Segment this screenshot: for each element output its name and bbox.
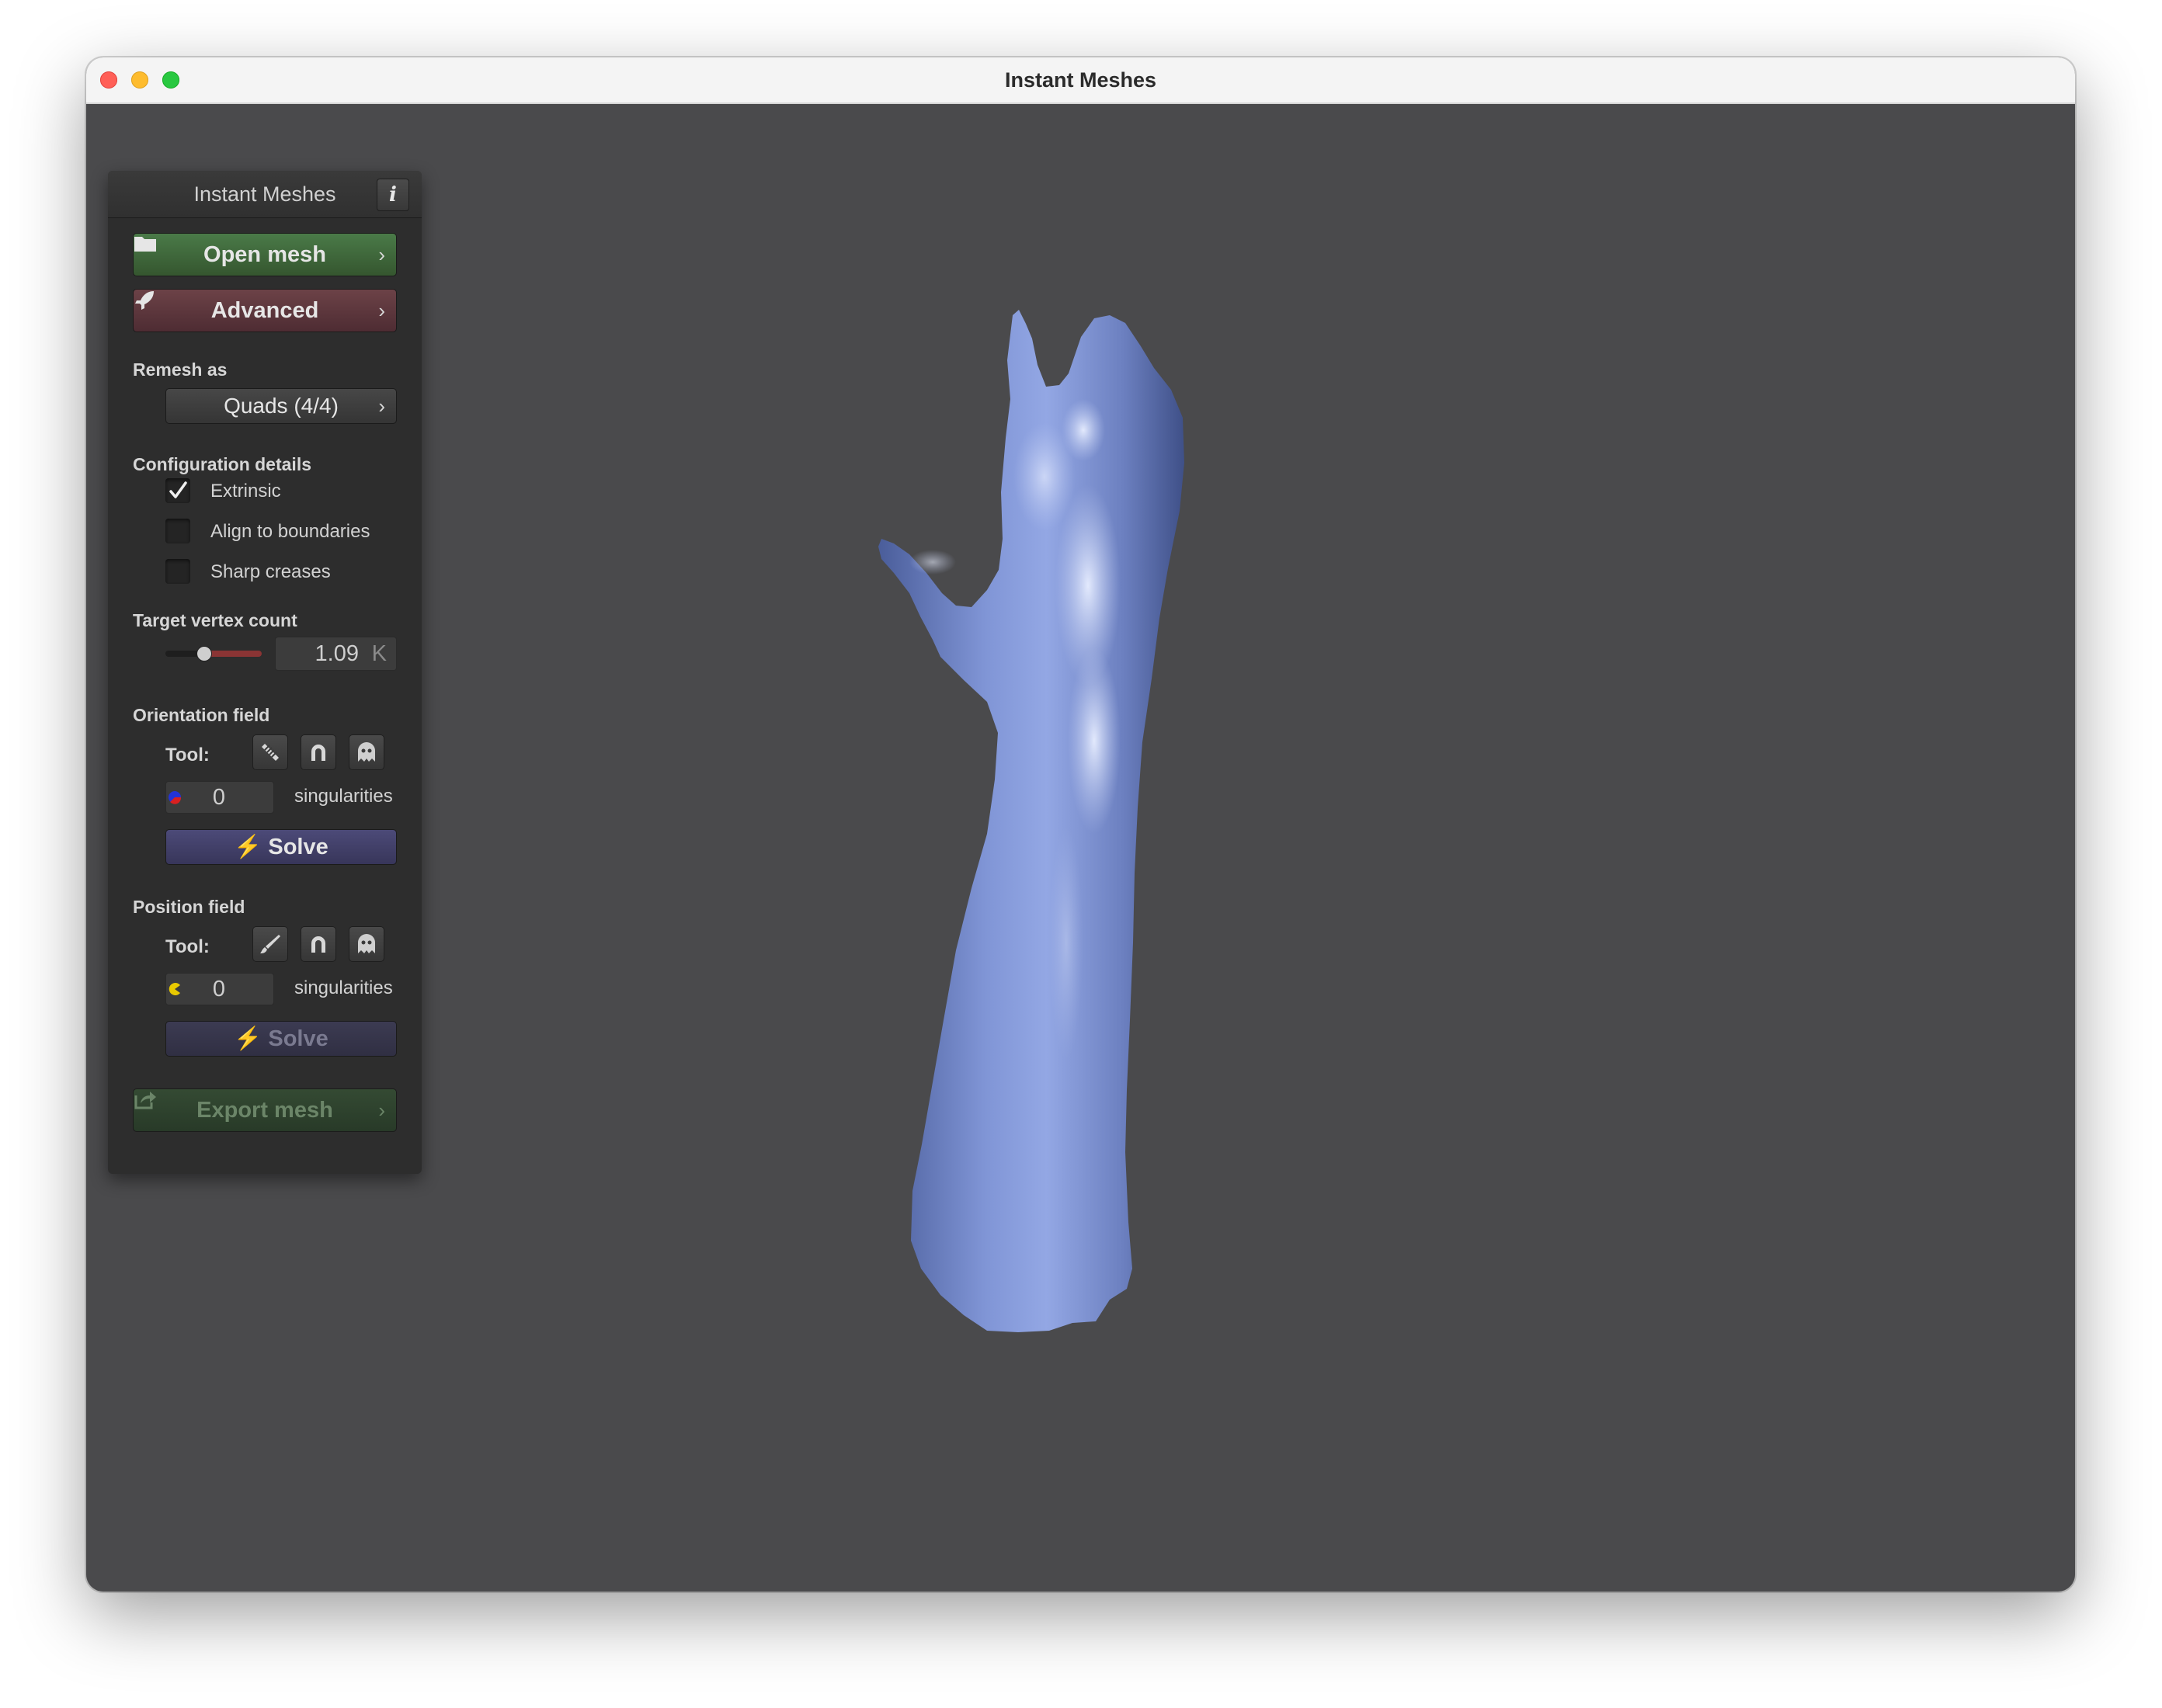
rocket-icon: [135, 291, 154, 310]
position-singularities-count: 0: [165, 973, 274, 1005]
align-boundaries-label: Align to boundaries: [210, 521, 370, 542]
sharp-creases-label: Sharp creases: [210, 561, 331, 582]
advanced-button[interactable]: Advanced ›: [133, 289, 397, 332]
align-boundaries-checkbox[interactable]: [165, 519, 190, 543]
orientation-ghost-tool-button[interactable]: [349, 734, 384, 770]
vertex-count-value: 1.09: [315, 641, 359, 666]
vertex-count-input[interactable]: 1.09 K: [275, 637, 397, 671]
orientation-tool-label: Tool:: [165, 745, 210, 765]
singularity-color-icon: [169, 983, 180, 995]
configuration-heading: Configuration details: [133, 454, 311, 474]
position-brush-tool-button[interactable]: [252, 926, 288, 962]
export-icon: [134, 1092, 156, 1109]
orientation-solve-button[interactable]: ⚡ Solve: [165, 829, 397, 865]
position-ghost-tool-button[interactable]: [349, 926, 384, 962]
title-bar: Instant Meshes: [86, 57, 2075, 104]
position-singularities-label: singularities: [294, 977, 393, 998]
orientation-singularities-label: singularities: [294, 786, 393, 807]
remesh-type-select[interactable]: Quads (4/4) ›: [165, 388, 397, 424]
control-panel: Instant Meshes i Open mesh › Advanced › …: [108, 171, 422, 1174]
panel-header: Instant Meshes i: [108, 171, 422, 218]
orientation-magnet-tool-button[interactable]: [301, 734, 336, 770]
lightning-icon: ⚡: [234, 835, 262, 859]
singularity-color-icon: [169, 791, 182, 804]
comb-icon: [262, 744, 279, 761]
orientation-singularities-count: 0: [165, 781, 274, 814]
position-solve-button[interactable]: ⚡ Solve: [165, 1021, 397, 1057]
orientation-field-heading: Orientation field: [133, 705, 270, 725]
orientation-singularities-value: 0: [212, 785, 225, 810]
orientation-solve-label: Solve: [268, 835, 328, 859]
chevron-right-icon: ›: [378, 1099, 385, 1122]
extrinsic-checkbox[interactable]: [165, 478, 190, 503]
position-field-heading: Position field: [133, 897, 245, 917]
magnet-icon: [311, 745, 325, 761]
specular-highlight: [1049, 826, 1083, 1059]
folder-icon: [134, 237, 156, 252]
specular-highlight: [909, 550, 956, 575]
remesh-as-heading: Remesh as: [133, 359, 228, 380]
slider-knob[interactable]: [196, 646, 212, 661]
extrinsic-label: Extrinsic: [210, 481, 281, 502]
target-vertex-count-heading: Target vertex count: [133, 610, 297, 630]
window-title: Instant Meshes: [1004, 68, 1157, 92]
sharp-creases-checkbox[interactable]: [165, 559, 190, 584]
lightning-icon: ⚡: [234, 1026, 262, 1051]
open-mesh-label: Open mesh: [203, 242, 326, 267]
vertex-count-unit: K: [371, 641, 387, 666]
orientation-comb-tool-button[interactable]: [252, 734, 288, 770]
3d-viewport[interactable]: Instant Meshes i Open mesh › Advanced › …: [86, 104, 2075, 1592]
ghost-icon: [358, 742, 375, 762]
info-button[interactable]: i: [377, 179, 409, 211]
chevron-right-icon: ›: [378, 394, 385, 418]
panel-title: Instant Meshes: [193, 182, 336, 206]
checkmark-icon: [169, 481, 187, 498]
magnet-icon: [311, 936, 325, 953]
brush-icon: [260, 935, 280, 953]
vertex-count-slider[interactable]: [165, 641, 262, 665]
chevron-right-icon: ›: [378, 243, 385, 266]
ghost-icon: [358, 934, 375, 953]
advanced-label: Advanced: [210, 298, 319, 323]
specular-highlight: [1013, 422, 1076, 531]
export-mesh-label: Export mesh: [196, 1098, 333, 1123]
position-singularities-value: 0: [212, 977, 225, 1002]
position-tool-label: Tool:: [165, 936, 210, 957]
specular-highlight: [1068, 647, 1121, 834]
remesh-type-value: Quads (4/4): [224, 394, 339, 418]
position-magnet-tool-button[interactable]: [301, 926, 336, 962]
position-solve-label: Solve: [268, 1026, 328, 1051]
open-mesh-button[interactable]: Open mesh ›: [133, 233, 397, 276]
app-window: Instant Meshes Instant Meshes i Open mes…: [86, 57, 2075, 1592]
chevron-right-icon: ›: [378, 299, 385, 322]
export-mesh-button[interactable]: Export mesh ›: [133, 1088, 397, 1132]
